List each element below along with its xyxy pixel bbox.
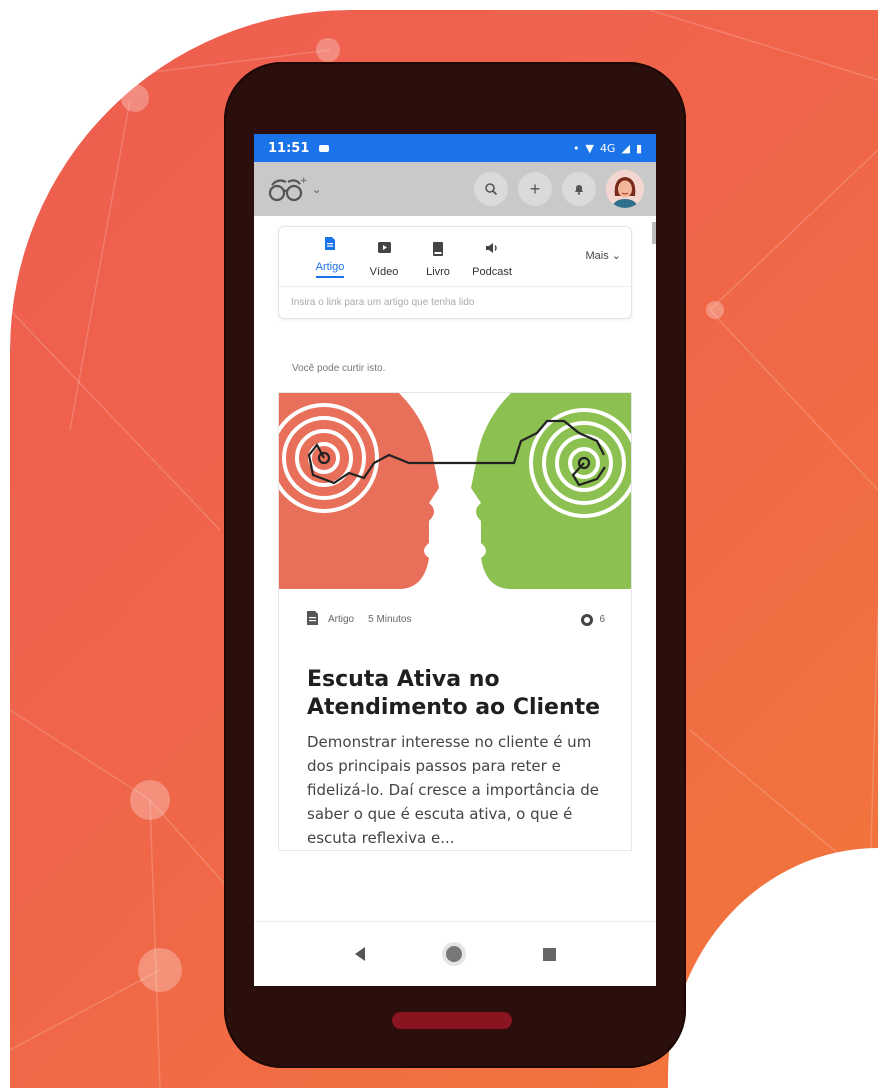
main-content: Artigo Vídeo Livro Podcast Mais ⌄ Insira… (254, 216, 656, 921)
phone-speaker (392, 1012, 512, 1029)
camera-notification-icon (319, 144, 330, 152)
search-button[interactable] (474, 172, 508, 206)
bell-icon (575, 185, 583, 195)
chevron-down-icon: ⌄ (611, 250, 621, 262)
article-description: Demonstrar interesse no cliente é um dos… (307, 733, 599, 847)
chevron-down-icon[interactable]: ⌄ (312, 183, 321, 196)
tab-livro-label: Livro (426, 266, 450, 278)
tab-livro[interactable]: Livro (411, 242, 465, 278)
wifi-icon: ▼ (585, 141, 594, 155)
comments-count[interactable]: 6 (581, 613, 605, 626)
tab-podcast[interactable]: Podcast (465, 242, 519, 278)
document-icon (325, 237, 335, 255)
more-dropdown[interactable]: Mais ⌄ (585, 249, 621, 278)
svg-text:+: + (300, 176, 308, 186)
dot-icon: • (572, 141, 580, 155)
app-bar-actions: + (474, 170, 644, 208)
search-icon (485, 183, 498, 196)
suggestion-heading: Você pode curtir isto. (292, 363, 386, 374)
tab-video[interactable]: Vídeo (357, 242, 411, 278)
article-card[interactable]: Artigo 5 Minutos 6 Escuta Ativa no Atend… (278, 392, 632, 851)
tab-video-label: Vídeo (369, 266, 399, 278)
status-time: 11:51 (268, 140, 310, 156)
video-icon (377, 242, 391, 260)
scrollbar[interactable] (652, 222, 656, 244)
status-bar: 11:51 • ▼ 4G ◢ ▮ (254, 134, 656, 162)
battery-icon: ▮ (635, 141, 642, 155)
comment-icon (581, 613, 594, 626)
article-title[interactable]: Escuta Ativa no Atendimento ao Cliente (307, 666, 605, 722)
add-button[interactable]: + (518, 172, 552, 206)
article-duration: 5 Minutos (368, 614, 412, 625)
document-icon (307, 611, 318, 628)
podcast-icon (485, 242, 499, 260)
user-avatar-icon (606, 170, 644, 208)
content-type-tabs: Artigo Vídeo Livro Podcast Mais ⌄ (279, 227, 631, 286)
tab-artigo[interactable]: Artigo (303, 237, 357, 278)
more-label: Mais (585, 250, 609, 262)
book-icon (433, 242, 443, 260)
status-indicators: • ▼ 4G ◢ ▮ (573, 142, 642, 155)
article-hero-image (279, 393, 631, 589)
phone-frame: 11:51 • ▼ 4G ◢ ▮ + ⌄ + Artigo Vídeo Livr… (224, 62, 686, 1068)
plus-icon: + (529, 178, 541, 199)
signal-label: 4G (599, 141, 616, 155)
tab-podcast-label: Podcast (472, 266, 512, 278)
tab-artigo-label: Artigo (315, 261, 345, 278)
article-type: Artigo (328, 614, 355, 625)
android-nav-bar (254, 921, 656, 986)
comments-value: 6 (599, 614, 605, 625)
glasses-logo-icon[interactable]: + (266, 174, 308, 204)
home-nav-icon[interactable] (445, 946, 462, 962)
avatar[interactable] (606, 170, 644, 208)
article-meta: Artigo 5 Minutos 6 (279, 589, 631, 628)
article-link-input[interactable]: Insira o link para um artigo que tenha l… (279, 286, 631, 318)
recents-nav-icon[interactable] (542, 947, 556, 961)
notifications-button[interactable] (562, 172, 596, 206)
heads-maze-illustration (279, 393, 631, 589)
content-type-card: Artigo Vídeo Livro Podcast Mais ⌄ Insira… (278, 226, 632, 319)
signal-icon: ◢ (621, 141, 630, 155)
phone-screen: 11:51 • ▼ 4G ◢ ▮ + ⌄ + Artigo Vídeo Livr… (254, 134, 656, 986)
app-bar: + ⌄ + (254, 162, 656, 216)
back-nav-icon[interactable] (354, 947, 365, 961)
